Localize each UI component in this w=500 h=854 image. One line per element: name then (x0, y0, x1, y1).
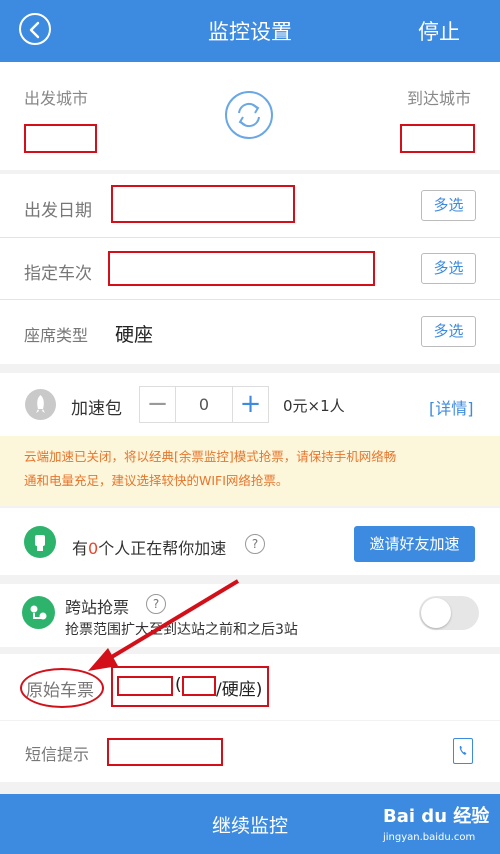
annotation-ellipse (20, 668, 104, 708)
location-icon (22, 596, 55, 629)
price-text: 0元×1人 (283, 397, 345, 415)
help-icon[interactable]: ? (146, 594, 166, 614)
sms-label: 短信提示 (25, 745, 90, 764)
increment-button[interactable]: + (232, 387, 268, 422)
original-date-value (182, 676, 216, 696)
train-value[interactable] (108, 251, 375, 286)
baidu-watermark: Bai du 经验 jingyan.baidu.com (383, 802, 493, 850)
speed-label: 加速包 (71, 399, 122, 419)
original-open-paren: ( (175, 675, 182, 695)
stop-button[interactable]: 停止 (418, 16, 460, 46)
seat-multi-button[interactable]: 多选 (421, 316, 476, 347)
phone-book-icon[interactable] (453, 738, 473, 764)
swap-cities-button[interactable] (225, 91, 273, 139)
swap-icon (238, 102, 260, 128)
original-train-value (117, 676, 173, 696)
quantity-value[interactable]: 0 (176, 387, 232, 422)
notice-line: 通和电量充足，建议选择较快的WIFI网络抢票。 (24, 473, 289, 488)
notice-line: 云端加速已关闭，将以经典[余票监控]模式抢票，请保持手机网络畅 (24, 449, 397, 464)
seat-label: 座席类型 (24, 326, 89, 345)
original-seat-text: /硬座) (216, 680, 263, 700)
helpers-count: 0 (88, 539, 99, 558)
seat-value[interactable]: 硬座 (115, 320, 153, 347)
help-icon[interactable]: ? (245, 534, 265, 554)
fist-icon (24, 526, 56, 558)
date-label: 出发日期 (24, 201, 92, 221)
train-multi-button[interactable]: 多选 (421, 253, 476, 284)
toggle-knob (421, 598, 451, 628)
date-multi-button[interactable]: 多选 (421, 190, 476, 221)
from-city-label: 出发城市 (24, 89, 89, 108)
watermark-url: jingyan.baidu.com (383, 832, 476, 843)
helpers-text: 有0个人正在帮你加速 (72, 539, 227, 558)
divider (0, 299, 500, 300)
date-value[interactable] (111, 185, 295, 223)
invite-friends-button[interactable]: 邀请好友加速 (354, 526, 475, 562)
to-city-value[interactable] (400, 124, 475, 153)
rocket-icon (25, 389, 56, 420)
notice-banner: 云端加速已关闭，将以经典[余票监控]模式抢票，请保持手机网络畅 通和电量充足，建… (0, 436, 500, 506)
from-city-value[interactable] (24, 124, 97, 153)
cross-station-title: 跨站抢票 (65, 598, 130, 617)
watermark-brand: Bai du 经验 (383, 806, 490, 827)
details-link[interactable]: [详情] (429, 395, 474, 419)
header-bar: 监控设置 停止 (0, 0, 500, 62)
divider (0, 237, 500, 238)
sms-value[interactable] (107, 738, 223, 766)
quantity-stepper[interactable]: − 0 + (139, 386, 269, 423)
footer-bar: 继续监控 Bai du 经验 jingyan.baidu.com (0, 794, 500, 854)
cross-station-description: 抢票范围扩大至到达站之前和之后3站 (65, 622, 298, 638)
decrement-button[interactable]: − (140, 387, 176, 422)
cross-station-toggle[interactable] (419, 596, 479, 630)
to-city-label: 到达城市 (407, 89, 472, 108)
train-label: 指定车次 (24, 264, 92, 284)
